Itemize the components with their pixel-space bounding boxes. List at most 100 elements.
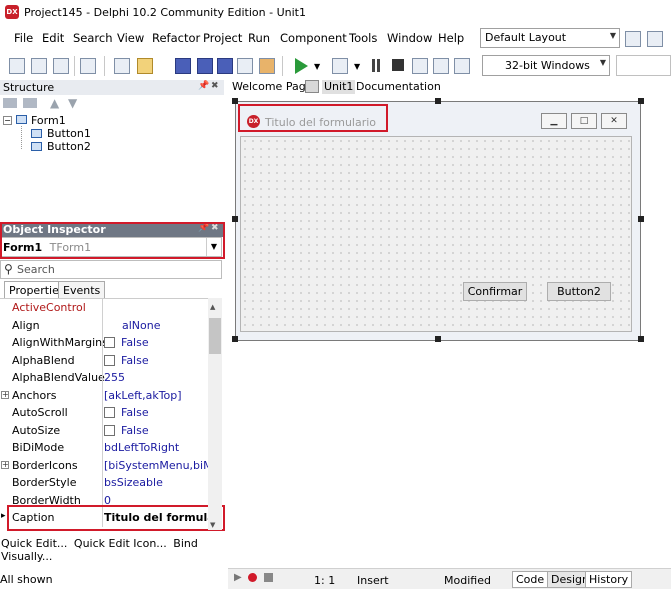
quick-edit-link[interactable]: Quick Edit... [1,537,67,550]
property-row[interactable]: BiDiMode bdLeftToRight [0,439,208,457]
tab-unit1[interactable]: Unit1 [322,80,356,94]
menu-file[interactable]: File [14,31,33,45]
arrow-up-icon[interactable]: ▲ [50,96,59,110]
run-without-debug-icon[interactable] [332,58,348,74]
button2-button[interactable]: Button2 [547,282,611,301]
scrollbar-thumb[interactable] [209,318,221,354]
pause-icon[interactable] [372,59,375,72]
scroll-down-icon[interactable]: ▼ [210,521,215,529]
property-row[interactable]: BorderStyle bsSizeable [0,474,208,492]
chevron-down-icon[interactable]: ▼ [314,62,320,71]
save-as-icon[interactable] [197,58,213,74]
close-icon[interactable]: ✖ [211,81,219,91]
resize-handle[interactable] [435,336,441,342]
property-row[interactable]: + Anchors [akLeft,akTop] [0,386,208,404]
property-row[interactable]: AlignWithMargins False [0,334,208,352]
tab-welcome-page[interactable]: Welcome Page [230,80,314,94]
property-row[interactable]: AlphaBlendValue 255 [0,369,208,387]
resize-handle[interactable] [232,216,238,222]
layout-combo[interactable]: Default Layout ▼ [480,28,620,48]
menu-search[interactable]: Search [73,31,113,45]
property-value[interactable]: alNone [122,319,208,332]
open-project-icon[interactable] [137,58,153,74]
remove-from-project-icon[interactable] [259,58,275,74]
platform-combo[interactable]: 32-bit Windows ▼ [482,55,610,76]
minimize-icon[interactable]: ▁ [541,113,567,129]
step-into-icon[interactable] [412,58,428,74]
resize-handle[interactable] [638,98,644,104]
folder-icon[interactable] [23,98,37,108]
tree-node-button2[interactable]: Button2 [47,140,91,153]
record-macro-icon[interactable] [248,573,257,582]
tab-events[interactable]: Events [58,281,106,298]
quick-edit-icon-link[interactable]: Quick Edit Icon... [74,537,167,550]
checkbox[interactable] [104,407,115,418]
property-row[interactable]: ActiveControl [0,299,208,317]
tab-documentation[interactable]: Documentation [354,80,443,94]
property-row[interactable]: +BorderIcons [biSystemMenu,biMin [0,456,208,474]
scroll-up-icon[interactable]: ▲ [210,303,215,311]
step-over-icon[interactable] [433,58,449,74]
add-to-project-icon[interactable] [237,58,253,74]
confirmar-button[interactable]: Confirmar [463,282,527,301]
arrow-down-icon[interactable]: ▼ [68,96,77,110]
window-layout-icon[interactable] [647,31,663,47]
property-value[interactable]: bsSizeable [104,476,208,489]
property-row[interactable]: AutoSize False [0,421,208,439]
checkbox[interactable] [104,424,115,436]
expand-icon[interactable]: + [1,390,9,399]
close-icon[interactable]: ✕ [601,113,627,129]
property-value[interactable]: 255 [104,371,208,384]
tree-node-form1[interactable]: Form1 [31,114,66,127]
property-row[interactable]: AutoScroll False [0,404,208,422]
collapse-icon[interactable]: − [3,116,12,125]
property-name: Anchors [12,388,57,402]
menu-component[interactable]: Component [280,31,347,45]
resize-handle[interactable] [638,336,644,342]
expand-icon[interactable]: + [1,460,9,469]
stop-macro-icon[interactable] [264,573,273,582]
chevron-down-icon[interactable]: ▼ [354,62,360,71]
resize-handle[interactable] [232,98,238,104]
property-value[interactable]: [biSystemMenu,biMin [104,459,208,472]
save-all-icon[interactable] [217,58,233,74]
stop-icon[interactable] [392,59,404,71]
pin-icon[interactable]: 📌 [198,81,209,91]
property-row[interactable]: Align alNone [0,316,208,334]
resize-handle[interactable] [232,336,238,342]
form-client-area[interactable] [240,136,632,332]
property-row[interactable]: AlphaBlend False [0,351,208,369]
folder-icon[interactable] [3,98,17,108]
menu-edit[interactable]: Edit [42,31,64,45]
property-search-input[interactable]: ⚲ Search [0,260,222,279]
find-icon[interactable] [80,58,96,74]
property-value[interactable]: [akLeft,akTop] [104,389,208,402]
play-macro-icon[interactable]: ▶ [234,572,242,583]
save-icon[interactable] [175,58,191,74]
resize-handle[interactable] [435,98,441,104]
menu-run[interactable]: Run [248,31,270,45]
new-items-icon[interactable] [31,58,47,74]
property-value[interactable]: bdLeftToRight [104,441,208,454]
tab-code[interactable]: Code [512,571,549,588]
menu-project[interactable]: Project [203,31,242,45]
new-icon[interactable] [9,58,25,74]
menu-help[interactable]: Help [438,31,464,45]
checkbox[interactable] [104,354,115,366]
open-file-icon[interactable] [53,58,69,74]
new-project-icon[interactable] [114,58,130,74]
save-layout-icon[interactable] [625,31,641,47]
property-name: AlphaBlendValue [12,371,105,384]
toolbar-input[interactable] [616,55,671,76]
resize-handle[interactable] [638,216,644,222]
tab-history[interactable]: History [585,571,633,588]
menu-view[interactable]: View [117,31,144,45]
menu-window[interactable]: Window [387,31,432,45]
trace-icon[interactable] [454,58,470,74]
run-icon[interactable] [295,58,308,74]
checkbox[interactable] [104,337,115,348]
tree-node-button1[interactable]: Button1 [47,127,91,140]
menu-refactor[interactable]: Refactor [152,31,200,45]
maximize-icon[interactable]: □ [571,113,597,129]
menu-tools[interactable]: Tools [349,31,377,45]
